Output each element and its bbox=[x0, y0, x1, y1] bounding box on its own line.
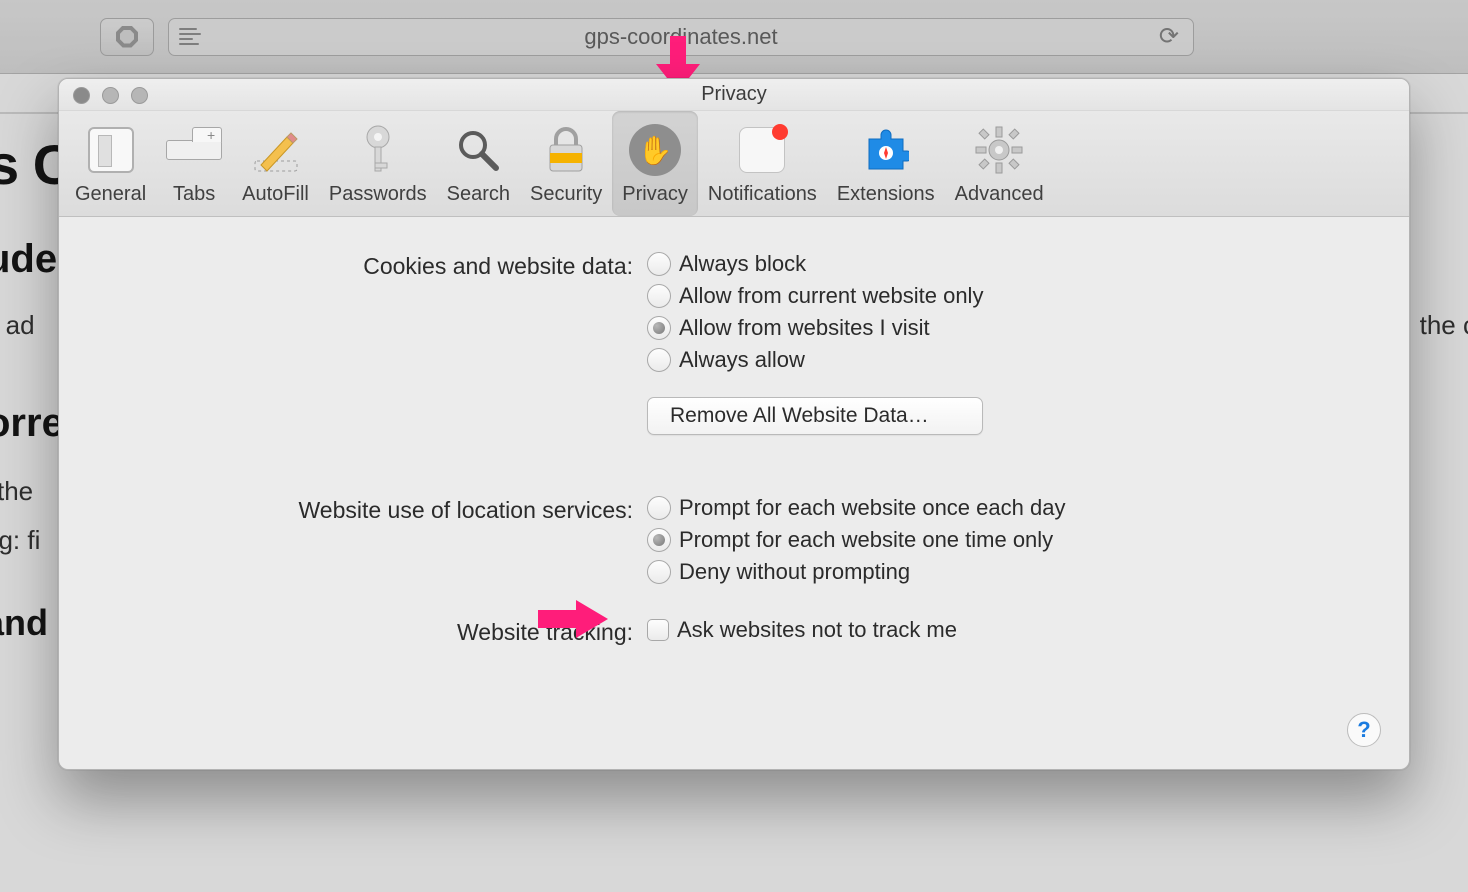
tabs-icon bbox=[166, 140, 222, 160]
tab-search[interactable]: Search bbox=[437, 111, 520, 216]
cookies-label: Cookies and website data: bbox=[99, 251, 647, 280]
tab-notifications[interactable]: Notifications bbox=[698, 111, 827, 216]
radio-button[interactable] bbox=[647, 348, 671, 372]
checkbox[interactable] bbox=[647, 619, 669, 641]
radio-button[interactable] bbox=[647, 528, 671, 552]
radio-button[interactable] bbox=[647, 284, 671, 308]
radio-button[interactable] bbox=[647, 252, 671, 276]
cookies-opt-websites-visit[interactable]: Allow from websites I visit bbox=[647, 315, 983, 341]
button-label: Remove All Website Data… bbox=[670, 404, 929, 427]
tab-label: Notifications bbox=[708, 183, 817, 206]
radio-label: Allow from websites I visit bbox=[679, 315, 930, 341]
zoom-window-button[interactable] bbox=[131, 87, 148, 104]
help-button[interactable]: ? bbox=[1347, 713, 1381, 747]
tab-extensions[interactable]: Extensions bbox=[827, 111, 945, 216]
radio-label: Prompt for each website once each day bbox=[679, 495, 1065, 521]
tab-advanced[interactable]: Advanced bbox=[945, 111, 1054, 216]
tab-label: Search bbox=[447, 183, 510, 206]
location-opt-deny[interactable]: Deny without prompting bbox=[647, 559, 1065, 585]
radio-label: Deny without prompting bbox=[679, 559, 910, 585]
notification-icon bbox=[739, 127, 785, 173]
tab-tabs[interactable]: Tabs bbox=[156, 111, 232, 216]
cookies-section: Cookies and website data: Always block A… bbox=[99, 251, 1369, 435]
key-icon bbox=[358, 123, 398, 177]
radio-label: Always block bbox=[679, 251, 806, 277]
tab-label: Passwords bbox=[329, 183, 427, 206]
lock-icon bbox=[546, 125, 586, 175]
preferences-toolbar: General Tabs AutoFill bbox=[59, 111, 1409, 217]
window-titlebar: Privacy bbox=[59, 79, 1409, 111]
cookies-opt-always-allow[interactable]: Always allow bbox=[647, 347, 983, 373]
tab-general[interactable]: General bbox=[65, 111, 156, 216]
window-title: Privacy bbox=[701, 83, 767, 106]
remove-website-data-button[interactable]: Remove All Website Data… bbox=[647, 397, 983, 435]
tab-label: Tabs bbox=[173, 183, 215, 206]
tracking-checkbox-row[interactable]: Ask websites not to track me bbox=[647, 617, 957, 643]
radio-label: Allow from current website only bbox=[679, 283, 983, 309]
tracking-label: Website tracking: bbox=[99, 617, 647, 646]
tab-label: Privacy bbox=[622, 183, 688, 206]
cookies-opt-current-only[interactable]: Allow from current website only bbox=[647, 283, 983, 309]
radio-button[interactable] bbox=[647, 316, 671, 340]
gear-icon bbox=[974, 125, 1024, 175]
switch-icon bbox=[88, 127, 134, 173]
location-opt-one-time[interactable]: Prompt for each website one time only bbox=[647, 527, 1065, 553]
tab-passwords[interactable]: Passwords bbox=[319, 111, 437, 216]
magnifier-icon bbox=[456, 128, 500, 172]
radio-label: Prompt for each website one time only bbox=[679, 527, 1053, 553]
window-controls bbox=[73, 87, 148, 104]
tab-label: Extensions bbox=[837, 183, 935, 206]
radio-button[interactable] bbox=[647, 560, 671, 584]
puzzle-icon bbox=[863, 127, 909, 173]
close-window-button[interactable] bbox=[73, 87, 90, 104]
location-label: Website use of location services: bbox=[99, 495, 647, 524]
location-opt-each-day[interactable]: Prompt for each website once each day bbox=[647, 495, 1065, 521]
preferences-body: Cookies and website data: Always block A… bbox=[59, 217, 1409, 690]
tab-autofill[interactable]: AutoFill bbox=[232, 111, 319, 216]
minimize-window-button[interactable] bbox=[102, 87, 119, 104]
preferences-window: Privacy General Tabs AutoFill bbox=[58, 78, 1410, 770]
tab-label: General bbox=[75, 183, 146, 206]
radio-label: Always allow bbox=[679, 347, 805, 373]
tab-privacy[interactable]: ✋ Privacy bbox=[612, 111, 698, 216]
cookies-opt-always-block[interactable]: Always block bbox=[647, 251, 983, 277]
hand-icon: ✋ bbox=[629, 124, 681, 176]
location-section: Website use of location services: Prompt… bbox=[99, 495, 1369, 585]
radio-button[interactable] bbox=[647, 496, 671, 520]
help-label: ? bbox=[1357, 717, 1370, 743]
tracking-section: Website tracking: Ask websites not to tr… bbox=[99, 617, 1369, 646]
tab-label: AutoFill bbox=[242, 183, 309, 206]
tab-label: Security bbox=[530, 183, 602, 206]
tab-label: Advanced bbox=[955, 183, 1044, 206]
checkbox-label: Ask websites not to track me bbox=[677, 617, 957, 643]
tab-security[interactable]: Security bbox=[520, 111, 612, 216]
pencil-icon bbox=[251, 125, 301, 175]
